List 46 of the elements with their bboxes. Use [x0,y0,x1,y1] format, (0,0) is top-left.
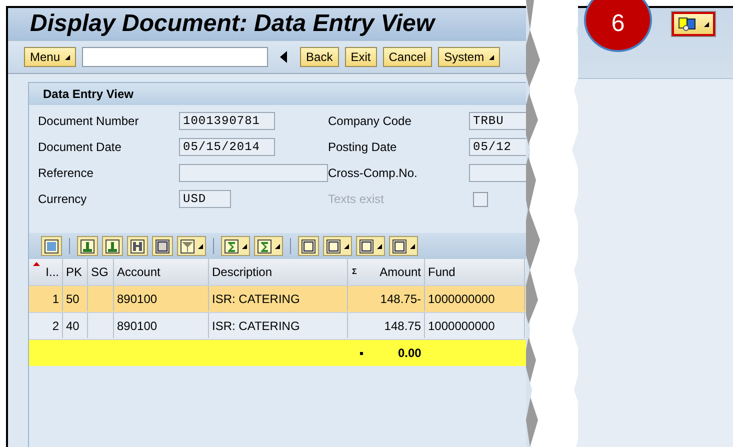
field-label: Cross-Comp.No. [328,166,418,180]
field-label: Reference [38,166,94,180]
table-cell: 1 [29,286,63,311]
table-cell: 148.75 [348,313,425,338]
subtotal-button[interactable] [254,236,283,256]
collapse-arrow-icon[interactable] [280,51,288,63]
sum-marker: Σ [352,267,357,276]
subtotal-icon [257,238,272,254]
table-cell: 148.75- [348,286,425,311]
field-label: Texts exist [328,192,386,206]
toolbar-button[interactable]: Back [300,47,339,67]
total-amount: 0.00 [398,346,422,360]
field-label: Document Number [38,114,140,128]
field-label: Currency [38,192,88,206]
toolbar-button[interactable]: System [438,47,500,67]
table-cell: 50 [63,286,88,311]
total-marker-icon [360,352,363,354]
table-cell: 1000000000 [425,286,525,311]
table-cell: 2 [29,313,63,338]
command-field[interactable] [82,47,268,67]
table-cell: ISR: CATERING [209,286,348,311]
table-cell: 890100 [114,286,209,311]
table-cell: 890100 [114,313,209,338]
customize-layout-button[interactable] [672,12,715,36]
field-label: Posting Date [328,140,398,154]
table-cell: ISR: CATERING [209,313,348,338]
filter-button[interactable] [177,236,206,256]
input-field[interactable]: 05/15/2014 [179,138,275,156]
table-cell: 40 [63,313,88,338]
sum-icon [224,238,239,254]
input-field[interactable]: 1001390781 [179,112,275,130]
sum-button[interactable] [221,236,250,256]
filter-icon [180,238,195,254]
input-field[interactable]: TRBU [469,112,529,130]
input-field[interactable] [469,164,529,182]
field-label: Company Code [328,114,412,128]
field-label: Document Date [38,140,122,154]
menu-button[interactable]: Menu [24,47,76,67]
input-field[interactable]: 05/12 [469,138,529,156]
input-field[interactable]: USD [179,190,231,208]
toolbar-button[interactable]: Cancel [382,47,432,67]
table-cell: 1000000000 [425,313,525,338]
window-title: Display Document: Data Entry View [30,10,435,38]
input-field[interactable] [179,164,328,182]
group-title: Data Entry View [43,87,134,101]
toolbar-button[interactable]: Exit [344,47,377,67]
